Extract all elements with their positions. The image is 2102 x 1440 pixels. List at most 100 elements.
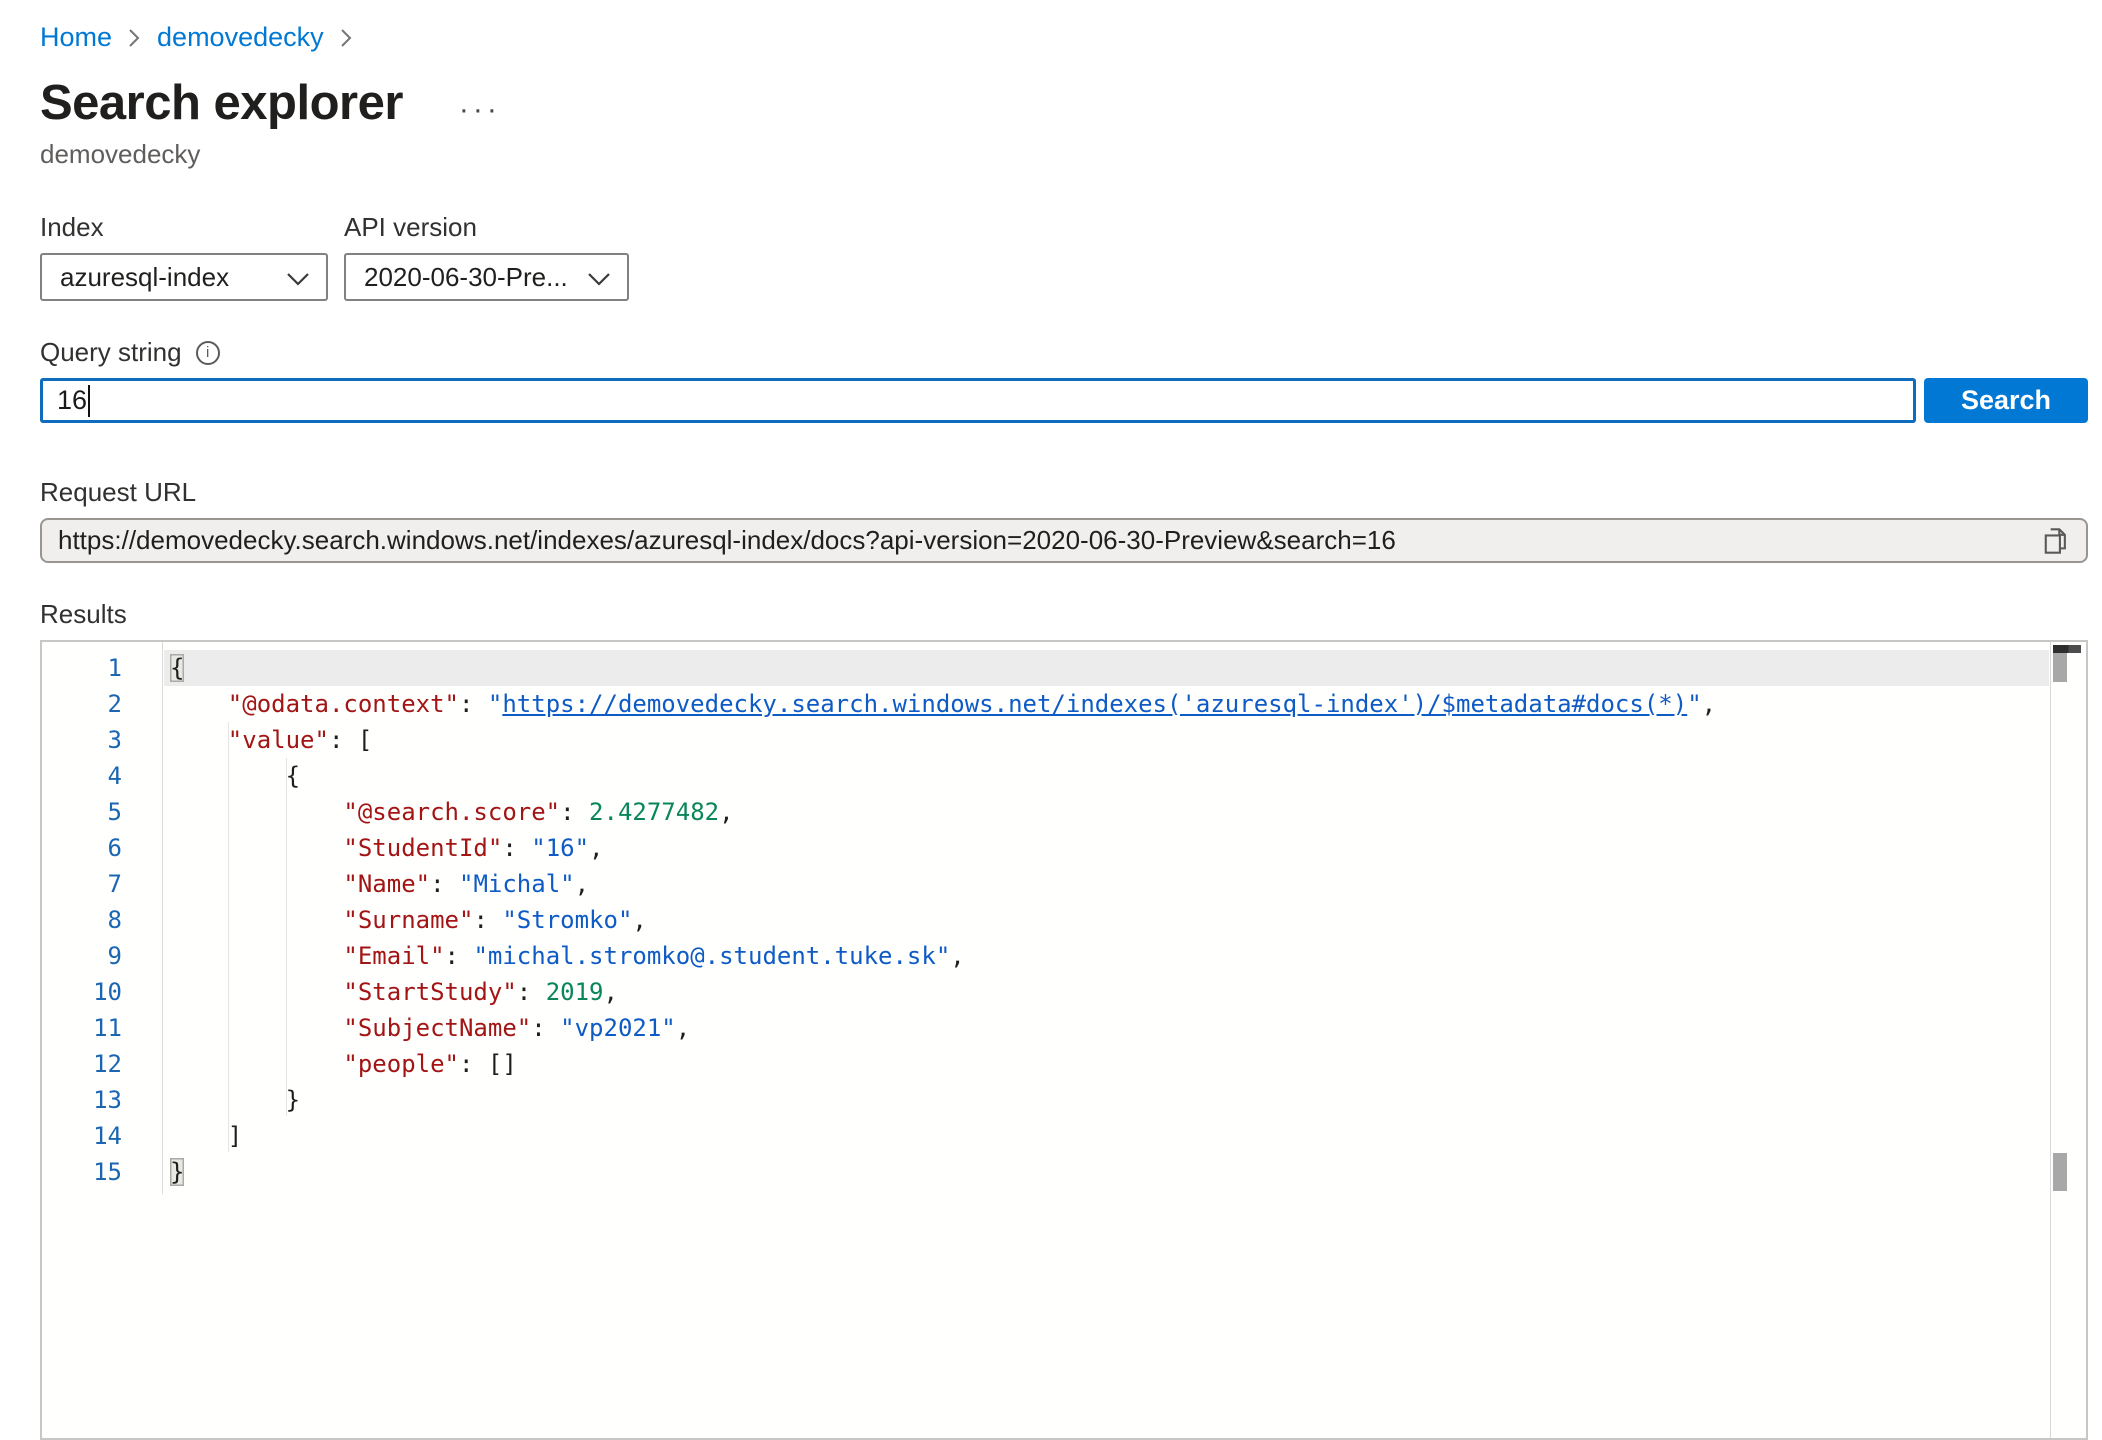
more-options-icon[interactable]: ··· (459, 81, 501, 125)
line-number: 7 (42, 866, 162, 902)
code-token: : (517, 978, 546, 1006)
api-version-dropdown[interactable]: 2020-06-30-Pre... (344, 253, 629, 301)
code-token: " (488, 690, 502, 718)
search-button[interactable]: Search (1924, 378, 2088, 423)
code-token: "vp2021" (560, 1014, 676, 1042)
code-token: } (170, 1158, 184, 1186)
code-token: , (575, 870, 589, 898)
code-token: } (286, 1086, 300, 1114)
line-number: 9 (42, 938, 162, 974)
api-version-dropdown-value: 2020-06-30-Pre... (364, 262, 568, 293)
overview-ruler-cursor (2053, 645, 2081, 653)
odata-context-link[interactable]: https://demovedecky.search.windows.net/i… (502, 690, 1687, 718)
code-token: : [ (329, 726, 372, 754)
code-line: "Email": "michal.stromko@.student.tuke.s… (170, 938, 2049, 974)
code-line: "StudentId": "16", (170, 830, 2049, 866)
code-line: { (170, 758, 2049, 794)
page-subtitle: demovedecky (40, 139, 2088, 170)
line-number: 3 (42, 722, 162, 758)
line-number: 10 (42, 974, 162, 1010)
request-url-value: https://demovedecky.search.windows.net/i… (58, 525, 2038, 556)
code-token: "Name" (343, 870, 430, 898)
code-token: , (603, 978, 617, 1006)
code-token: "value" (228, 726, 329, 754)
overview-ruler-marker (2053, 653, 2067, 682)
code-line: { (170, 650, 2049, 686)
code-line: "people": [] (170, 1046, 2049, 1082)
line-number: 4 (42, 758, 162, 794)
code-token: 2019 (546, 978, 604, 1006)
code-token: , (950, 942, 964, 970)
search-explorer-page: Home demovedecky Search explorer ··· dem… (40, 0, 2088, 1440)
code-token: , (719, 798, 733, 826)
code-token: "@search.score" (343, 798, 560, 826)
line-number-gutter: 123456789101112131415 (42, 642, 163, 1194)
code-token: { (170, 654, 184, 682)
line-number: 13 (42, 1082, 162, 1118)
code-token: "people" (343, 1050, 459, 1078)
line-number: 2 (42, 686, 162, 722)
line-number: 15 (42, 1154, 162, 1190)
code-token (170, 870, 343, 898)
code-token (170, 690, 228, 718)
code-token (170, 906, 343, 934)
query-input-value: 16 (57, 385, 87, 416)
breadcrumb-home-link[interactable]: Home (40, 22, 112, 53)
code-line: "SubjectName": "vp2021", (170, 1010, 2049, 1046)
code-token: "Surname" (343, 906, 473, 934)
editor-scrollbar[interactable] (2050, 642, 2086, 1438)
code-line: "StartStudy": 2019, (170, 974, 2049, 1010)
code-token (170, 798, 343, 826)
results-label: Results (40, 599, 2088, 630)
code-token (170, 1122, 228, 1150)
code-token: "Email" (343, 942, 444, 970)
code-token: "@odata.context" (228, 690, 459, 718)
info-icon[interactable]: i (196, 341, 220, 365)
code-line: "@search.score": 2.4277482, (170, 794, 2049, 830)
overview-ruler-marker (2053, 1153, 2067, 1191)
code-token: : (430, 870, 459, 898)
query-input[interactable]: 16 (40, 378, 1916, 423)
code-token: , (589, 834, 603, 862)
breadcrumb-chevron-icon (128, 27, 141, 49)
line-number: 11 (42, 1010, 162, 1046)
query-string-label: Query string (40, 337, 182, 368)
breadcrumb-service-link[interactable]: demovedecky (157, 22, 324, 53)
code-token: { (286, 762, 300, 790)
indent-guide (286, 758, 287, 1116)
code-token: : (502, 834, 531, 862)
code-line: "value": [ (170, 722, 2049, 758)
api-version-field: API version 2020-06-30-Pre... (344, 212, 629, 301)
request-url-box: https://demovedecky.search.windows.net/i… (40, 518, 2088, 563)
code-token: ] (228, 1122, 242, 1150)
code-token: "Stromko" (502, 906, 632, 934)
index-dropdown-value: azuresql-index (60, 262, 229, 293)
index-field: Index azuresql-index (40, 212, 328, 301)
text-caret (88, 385, 90, 417)
results-editor[interactable]: 123456789101112131415 { "@odata.context"… (40, 640, 2088, 1440)
code-line: } (170, 1082, 2049, 1118)
code-token: , (1702, 690, 1716, 718)
code-token: " (1687, 690, 1701, 718)
code-token (170, 978, 343, 1006)
line-number: 6 (42, 830, 162, 866)
line-number: 8 (42, 902, 162, 938)
line-number: 1 (42, 650, 162, 686)
code-token: , (632, 906, 646, 934)
code-line: } (170, 1154, 2049, 1190)
code-token: , (676, 1014, 690, 1042)
code-token: : (560, 798, 589, 826)
line-number: 5 (42, 794, 162, 830)
code-token: : [] (459, 1050, 517, 1078)
code-token: "SubjectName" (343, 1014, 531, 1042)
code-token: "Michal" (459, 870, 575, 898)
code-token: "michal.stromko@.student.tuke.sk" (473, 942, 950, 970)
copy-icon[interactable] (2038, 523, 2072, 559)
indent-guide (228, 722, 229, 1152)
index-dropdown[interactable]: azuresql-index (40, 253, 328, 301)
code-token (170, 834, 343, 862)
request-url-label: Request URL (40, 477, 2088, 508)
code-token (170, 1014, 343, 1042)
code-token: 2.4277482 (589, 798, 719, 826)
code-token: : (445, 942, 474, 970)
